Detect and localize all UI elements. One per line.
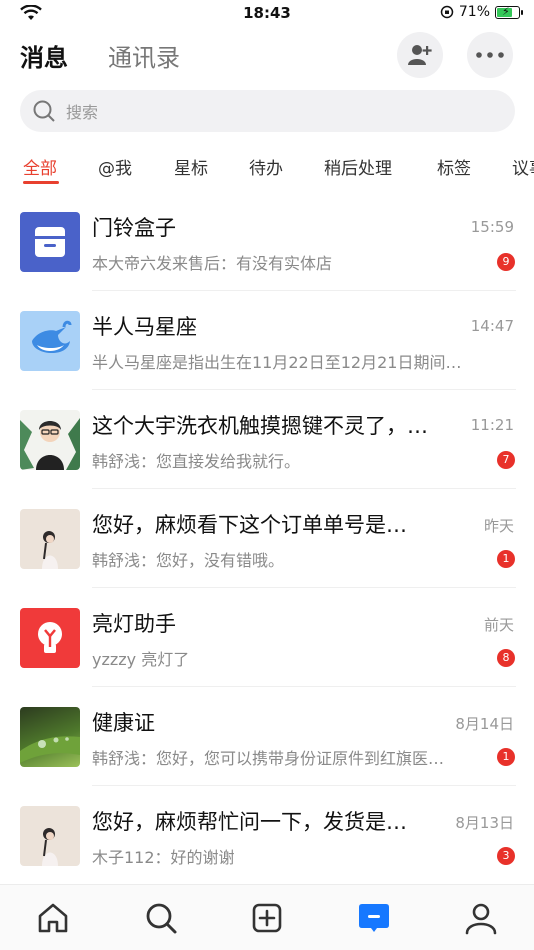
tab-search[interactable] <box>141 898 181 938</box>
filter-starred[interactable]: 星标 <box>174 154 208 179</box>
unread-badge: 7 <box>497 451 515 469</box>
search-icon <box>146 903 177 934</box>
list-item[interactable]: 门铃盒子 15:59 本大帝六发来售后：有没有实体店 9 <box>0 192 534 291</box>
header: 消息 通讯录 <box>0 30 534 80</box>
tab-bar <box>0 884 534 950</box>
conversation-preview: 韩舒浅：您好，您可以携带身份证原件到红旗医… <box>92 749 445 768</box>
unread-badge: 8 <box>497 649 515 667</box>
list-item[interactable]: 这个大宇洗衣机触摸摁键不灵了，… 11:21 韩舒浅：您直接发给我就行。 7 <box>0 390 534 489</box>
add-person-icon <box>408 45 432 65</box>
list-item[interactable]: 健康证 8月14日 韩舒浅：您好，您可以携带身份证原件到红旗医… 1 <box>0 687 534 786</box>
status-indicators: 71% ⚡ <box>440 4 523 20</box>
tab-profile[interactable] <box>461 898 501 938</box>
conversation-preview: yzzzy 亮灯了 <box>92 650 190 669</box>
conversation-time: 8月13日 <box>455 814 514 832</box>
search-placeholder: 搜索 <box>66 103 99 122</box>
conversation-title: 半人马星座 <box>92 315 197 339</box>
add-icon <box>252 903 282 933</box>
conversation-preview: 韩舒浅：您直接发给我就行。 <box>92 452 301 471</box>
filter-todo[interactable]: 待办 <box>249 154 283 179</box>
more-icon <box>476 52 504 58</box>
unread-badge: 1 <box>497 550 515 568</box>
conversation-title: 门铃盒子 <box>92 216 176 240</box>
filter-all[interactable]: 全部 <box>23 154 57 179</box>
battery-icon: ⚡ <box>495 4 523 19</box>
messages-icon <box>359 904 389 932</box>
charging-icon: ⚡ <box>502 4 510 18</box>
add-contact-button[interactable] <box>397 32 443 78</box>
box-icon <box>20 212 80 272</box>
conversation-time: 前天 <box>483 616 514 634</box>
active-filter-indicator <box>23 181 59 184</box>
search-input[interactable]: 搜索 <box>20 90 515 132</box>
unread-badge: 3 <box>497 847 515 865</box>
tab-contacts[interactable]: 通讯录 <box>108 38 180 73</box>
unread-badge: 9 <box>497 253 515 271</box>
unread-badge: 1 <box>497 748 515 766</box>
search-icon <box>33 100 55 122</box>
profile-icon <box>465 903 497 935</box>
person-avatar <box>20 410 80 470</box>
status-bar: 18:43 71% ⚡ <box>0 0 534 28</box>
conversation-list: 门铃盒子 15:59 本大帝六发来售后：有没有实体店 9 半人马星座 14:47… <box>0 192 534 885</box>
tab-messages[interactable]: 消息 <box>20 38 68 73</box>
conversation-title: 健康证 <box>92 711 155 735</box>
battery-percent: 71% <box>458 4 490 20</box>
list-item[interactable]: 亮灯助手 前天 yzzzy 亮灯了 8 <box>0 588 534 687</box>
list-item[interactable]: 您好，麻烦看下这个订单单号是… 昨天 韩舒浅：您好，没有错哦。 1 <box>0 489 534 588</box>
lightbulb-icon <box>20 608 80 668</box>
girl-avatar <box>20 509 80 569</box>
list-item[interactable]: 半人马星座 14:47 半人马星座是指出生在11月22日至12月21日期间… <box>0 291 534 390</box>
conversation-title: 您好，麻烦帮忙问一下，发货是… <box>92 810 407 834</box>
filter-discussion[interactable]: 议事 <box>512 154 534 179</box>
conversation-title: 亮灯助手 <box>92 612 176 636</box>
conversation-time: 11:21 <box>470 416 514 434</box>
tab-create[interactable] <box>247 898 287 938</box>
tab-home[interactable] <box>33 898 73 938</box>
conversation-time: 14:47 <box>470 317 514 335</box>
conversation-title: 您好，麻烦看下这个订单单号是… <box>92 513 407 537</box>
home-icon <box>38 903 68 933</box>
conversation-time: 昨天 <box>483 517 514 535</box>
filter-later[interactable]: 稍后处理 <box>324 154 392 179</box>
list-item[interactable]: 您好，麻烦帮忙问一下，发货是… 8月13日 木子112：好的谢谢 3 <box>0 786 534 885</box>
leaf-photo <box>20 707 80 767</box>
conversation-preview: 木子112：好的谢谢 <box>92 848 235 867</box>
more-button[interactable] <box>467 32 513 78</box>
conversation-title: 这个大宇洗衣机触摸摁键不灵了，… <box>92 414 428 438</box>
filter-tabs: 全部 @我 星标 待办 稍后处理 标签 议事 <box>0 150 534 186</box>
girl-avatar <box>20 806 80 866</box>
whale-icon <box>20 311 80 371</box>
tab-messages[interactable] <box>354 898 394 938</box>
orientation-lock-icon <box>440 5 454 19</box>
conversation-time: 15:59 <box>470 218 514 236</box>
conversation-preview: 半人马星座是指出生在11月22日至12月21日期间… <box>92 353 462 372</box>
conversation-time: 8月14日 <box>455 715 514 733</box>
filter-tags[interactable]: 标签 <box>437 154 471 179</box>
conversation-preview: 本大帝六发来售后：有没有实体店 <box>92 254 333 273</box>
conversation-preview: 韩舒浅：您好，没有错哦。 <box>92 551 285 570</box>
filter-mentions[interactable]: @我 <box>98 154 132 179</box>
